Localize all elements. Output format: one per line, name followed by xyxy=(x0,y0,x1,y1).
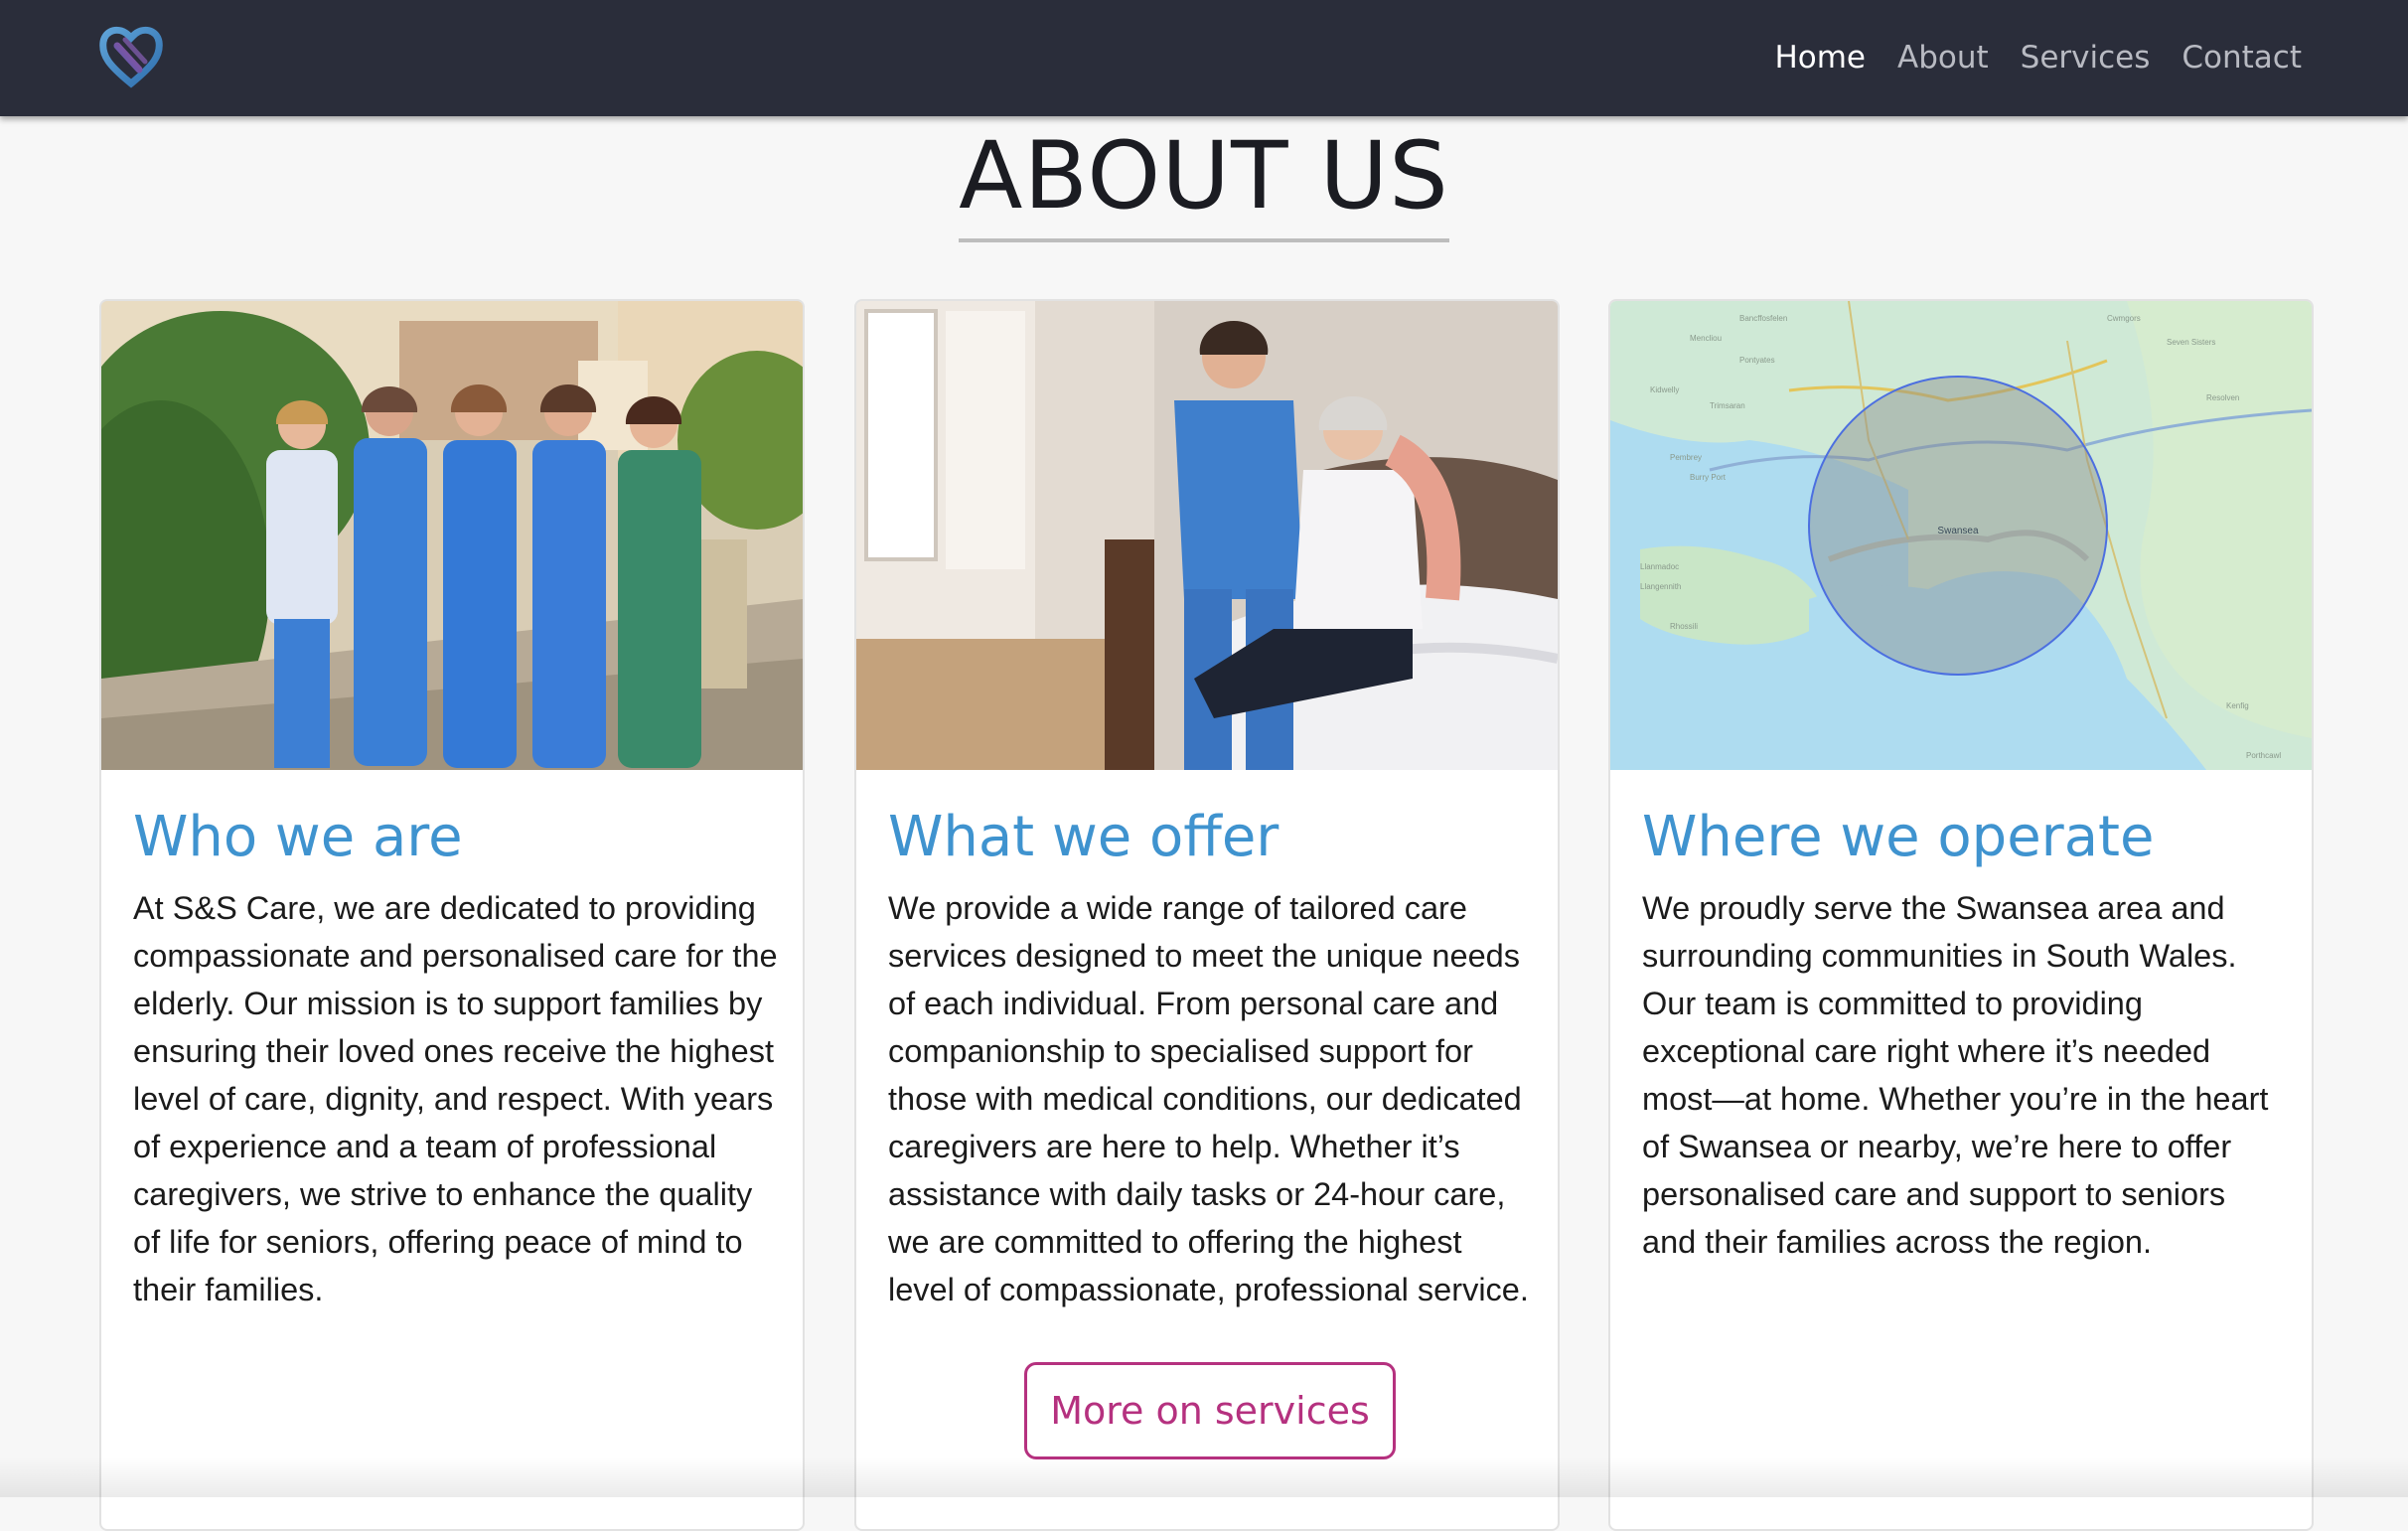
caregiver-photo xyxy=(856,301,1558,770)
svg-text:Pontyates: Pontyates xyxy=(1739,356,1775,365)
nav-links: Home About Services Contact xyxy=(1742,30,2302,85)
card-text: We proudly serve the Swansea area and su… xyxy=(1642,890,2269,1260)
card-text: We provide a wide range of tailored care… xyxy=(888,890,1529,1307)
svg-text:Resolven: Resolven xyxy=(2206,393,2239,402)
svg-text:Trimsaran: Trimsaran xyxy=(1710,401,1745,410)
svg-text:Pembrey: Pembrey xyxy=(1670,453,1702,462)
navbar: Home About Services Contact xyxy=(0,0,2408,116)
service-area-map[interactable]: Bancffosfelen Mencliou Pontyates Kidwell… xyxy=(1610,301,2312,770)
svg-text:Seven Sisters: Seven Sisters xyxy=(2167,338,2215,347)
team-photo xyxy=(101,301,803,770)
svg-text:Llanmadoc: Llanmadoc xyxy=(1640,562,1679,571)
nav-link-services[interactable]: Services xyxy=(2021,30,2151,85)
svg-text:Kenfig: Kenfig xyxy=(2226,701,2249,710)
nav-link-contact[interactable]: Contact xyxy=(2182,30,2302,85)
card-title: What we offer xyxy=(888,805,1279,869)
page-title-container: ABOUT US xyxy=(0,117,2408,242)
svg-text:Mencliou: Mencliou xyxy=(1690,334,1722,343)
card-text: At S&S Care, we are dedicated to providi… xyxy=(133,890,778,1307)
more-on-services-button[interactable]: More on services xyxy=(1024,1362,1396,1459)
svg-text:Cwmgors: Cwmgors xyxy=(2107,314,2141,323)
svg-text:Rhossili: Rhossili xyxy=(1670,622,1698,631)
svg-text:Llangennith: Llangennith xyxy=(1640,582,1681,591)
svg-text:Burry Port: Burry Port xyxy=(1690,473,1727,482)
card-who-we-are: Who we are At S&S Care, we are dedicated… xyxy=(99,299,805,1531)
card-what-we-offer: What we offer We provide a wide range of… xyxy=(854,299,1560,1531)
card-title: Where we operate xyxy=(1642,805,2155,869)
nav-link-home[interactable]: Home xyxy=(1774,30,1866,85)
card-where-we-operate: Bancffosfelen Mencliou Pontyates Kidwell… xyxy=(1608,299,2314,1531)
map-label: Swansea xyxy=(1937,526,1979,536)
svg-text:Kidwelly: Kidwelly xyxy=(1650,385,1679,394)
svg-text:Bancffosfelen: Bancffosfelen xyxy=(1739,314,1787,323)
svg-text:Porthcawl: Porthcawl xyxy=(2246,751,2281,760)
heart-logo-icon[interactable] xyxy=(99,24,163,89)
page-title: ABOUT US xyxy=(959,117,1449,242)
nav-link-about[interactable]: About xyxy=(1897,30,1989,85)
card-title: Who we are xyxy=(133,805,463,869)
